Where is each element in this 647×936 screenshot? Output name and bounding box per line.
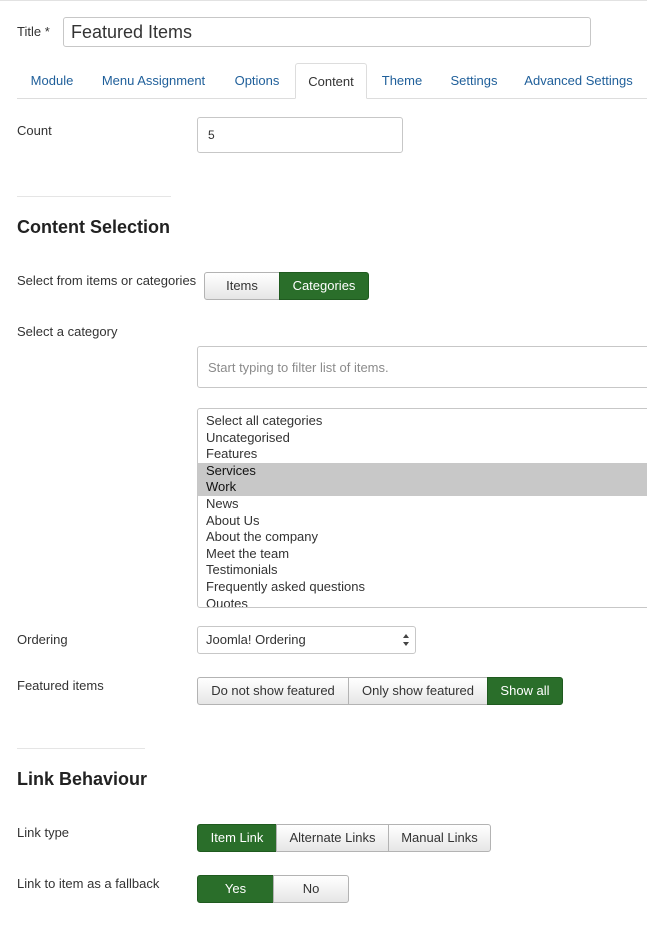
category-option-selected[interactable]: Services <box>198 462 647 480</box>
fallback-label: Link to item as a fallback <box>17 876 160 891</box>
tab-settings[interactable]: Settings <box>438 63 510 99</box>
categories-toggle-button[interactable]: Categories <box>279 272 369 300</box>
required-mark: * <box>44 24 50 39</box>
title-label-text: Title <box>17 24 42 39</box>
items-toggle-button[interactable]: Items <box>204 272 280 300</box>
tab-advanced-settings[interactable]: Advanced Settings <box>515 63 642 99</box>
item-link-button[interactable]: Item Link <box>197 824 277 852</box>
category-option[interactable]: Select all categories <box>198 413 647 430</box>
count-input[interactable] <box>197 117 403 153</box>
tab-content[interactable]: Content <box>295 63 367 99</box>
link-type-label: Link type <box>17 825 70 840</box>
count-label: Count <box>17 123 52 138</box>
tab-options[interactable]: Options <box>222 63 292 99</box>
category-option[interactable]: Uncategorised <box>198 430 647 447</box>
category-option[interactable]: Frequently asked questions <box>198 579 647 596</box>
title-label: Title * <box>17 24 50 39</box>
section-divider <box>17 748 145 749</box>
title-input[interactable] <box>63 17 591 47</box>
only-show-featured-button[interactable]: Only show featured <box>348 677 488 705</box>
tab-menu-assignment[interactable]: Menu Assignment <box>90 63 217 99</box>
up-down-arrows-icon <box>403 634 409 646</box>
category-filter-input[interactable] <box>197 346 647 388</box>
category-option[interactable]: Testimonials <box>198 562 647 579</box>
category-label: Select a category <box>17 324 118 339</box>
featured-label: Featured items <box>17 678 104 693</box>
ordering-label: Ordering <box>17 632 68 647</box>
category-option-selected[interactable]: Work <box>198 479 647 496</box>
alternate-links-button[interactable]: Alternate Links <box>276 824 389 852</box>
link-behaviour-heading: Link Behaviour <box>17 769 148 789</box>
top-border <box>0 0 647 1</box>
content-selection-heading: Content Selection <box>17 217 171 237</box>
section-divider <box>17 196 171 197</box>
category-option[interactable]: News <box>198 496 647 513</box>
ordering-select[interactable]: Joomla! Ordering <box>197 626 416 654</box>
fallback-yes-button[interactable]: Yes <box>197 875 274 903</box>
source-label: Select from items or categories <box>17 273 197 288</box>
fallback-no-button[interactable]: No <box>273 875 349 903</box>
category-option[interactable]: Quotes <box>198 596 647 607</box>
manual-links-button[interactable]: Manual Links <box>388 824 491 852</box>
show-all-button[interactable]: Show all <box>487 677 563 705</box>
category-option[interactable]: Features <box>198 446 647 463</box>
tab-module[interactable]: Module <box>17 63 87 99</box>
category-option[interactable]: About Us <box>198 513 647 530</box>
category-listbox[interactable]: Select all categories Uncategorised Feat… <box>197 408 647 608</box>
ordering-select-value: Joomla! Ordering <box>206 632 306 647</box>
category-option[interactable]: Meet the team <box>198 546 647 563</box>
category-option[interactable]: About the company <box>198 529 647 546</box>
tab-theme[interactable]: Theme <box>370 63 434 99</box>
do-not-show-featured-button[interactable]: Do not show featured <box>197 677 349 705</box>
